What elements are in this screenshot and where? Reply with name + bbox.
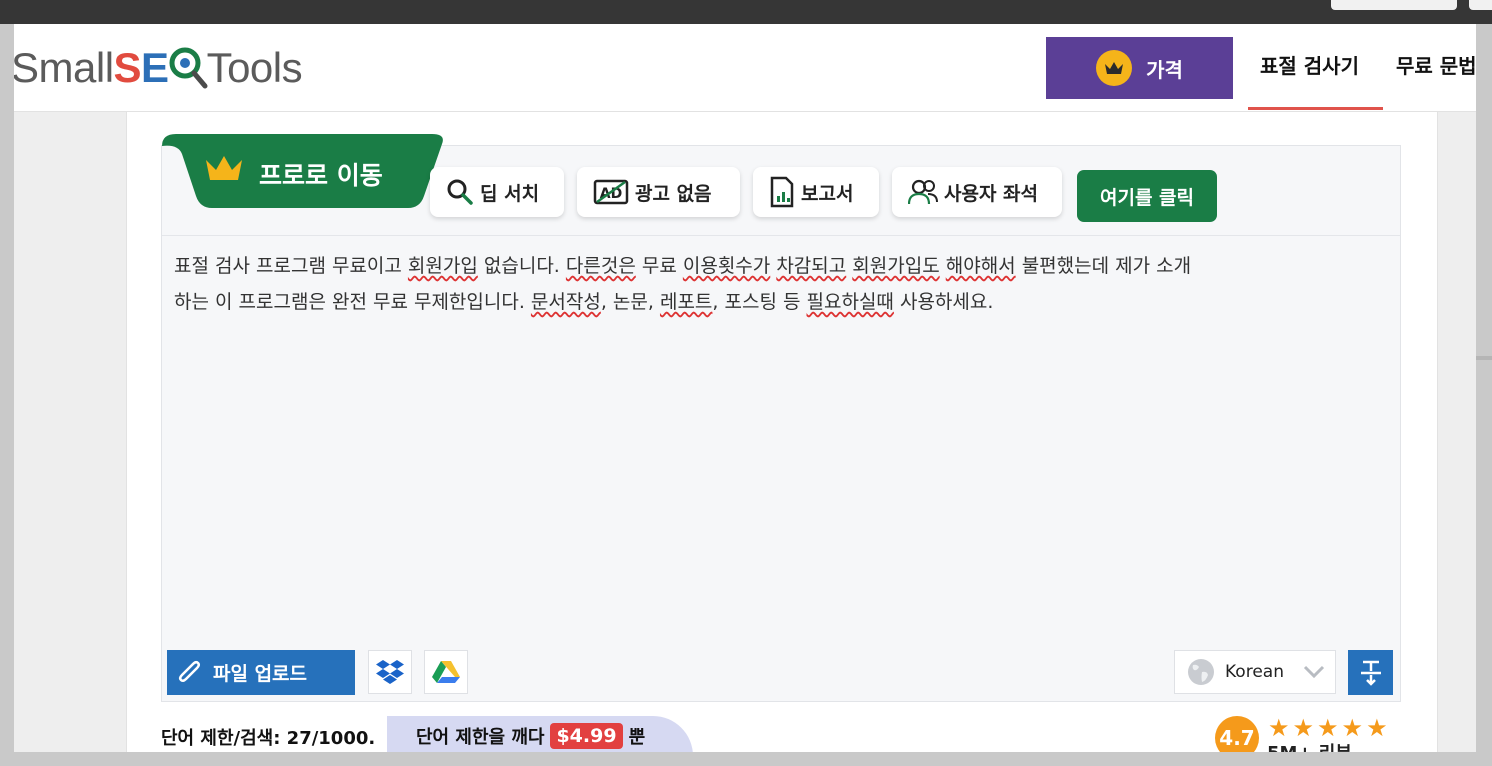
pricing-button[interactable]: 가격 (1046, 37, 1233, 99)
crown-icon (1096, 50, 1133, 86)
logo-seo-s: S (113, 44, 142, 91)
paperclip-icon (178, 660, 201, 682)
site-logo[interactable]: Small S E Tools (14, 38, 303, 98)
report-icon (770, 176, 794, 208)
no-ads-icon: AD (593, 179, 629, 205)
text-input-area[interactable]: 표절 검사 프로그램 무료이고 회원가입 없습니다. 다른것은 무료 이용횟수가… (174, 248, 1379, 320)
pro-badge-label[interactable]: 프로로 이동 (259, 156, 383, 192)
search-icon (447, 179, 473, 205)
click-here-button[interactable]: 여기를 클릭 (1077, 170, 1217, 222)
text-format-icon (1360, 660, 1381, 686)
nav-active-indicator (1248, 107, 1383, 110)
upgrade-label: 단어 제한을 깨다 (416, 727, 545, 748)
editor-toolbar: 프로로 이동 딥 서치 AD 광고 없음 보고서 사용자 좌석 여기를 클릭 (162, 134, 1400, 236)
language-select[interactable]: Korean (1174, 650, 1336, 694)
report-label: 보고서 (801, 182, 854, 205)
editor-panel: 프로로 이동 딥 서치 AD 광고 없음 보고서 사용자 좌석 여기를 클릭 표… (161, 134, 1401, 702)
chevron-down-icon (1303, 665, 1325, 679)
deep-search-button[interactable]: 딥 서치 (430, 167, 564, 217)
upgrade-suffix: 뿐 (628, 727, 646, 748)
no-ads-button[interactable]: AD 광고 없음 (577, 167, 740, 217)
language-value: Korean (1225, 662, 1284, 682)
browser-top-bar (0, 0, 1492, 24)
spell-check-button[interactable] (1348, 650, 1393, 695)
magnifier-logo-icon (169, 47, 208, 89)
site-header: Small S E Tools 가격 표절 검사기 무료 문법 검 (14, 24, 1476, 112)
browser-tab[interactable] (1331, 0, 1457, 10)
logo-seo-e: E (141, 44, 169, 91)
report-button[interactable]: 보고서 (753, 167, 879, 217)
deep-search-label: 딥 서치 (480, 182, 540, 205)
rating-stars: ★★★★★ (1268, 714, 1391, 742)
window-bottom-edge (0, 752, 1492, 766)
upgrade-price-badge: $4.99 (550, 723, 623, 749)
text-line-1: 표절 검사 프로그램 무료이고 회원가입 없습니다. 다른것은 무료 이용횟수가… (174, 255, 1192, 277)
nav-plagiarism-checker[interactable]: 표절 검사기 (1260, 50, 1359, 79)
globe-icon (1188, 659, 1214, 685)
dropbox-button[interactable] (368, 650, 412, 694)
file-upload-button[interactable]: 파일 업로드 (167, 650, 355, 695)
no-ads-label: 광고 없음 (635, 182, 712, 205)
logo-tools: Tools (206, 44, 303, 91)
user-seats-button[interactable]: 사용자 좌석 (892, 167, 1062, 217)
pricing-label: 가격 (1146, 57, 1183, 82)
scrollbar-marker (1476, 356, 1492, 360)
browser-tab[interactable] (1469, 0, 1492, 10)
google-drive-button[interactable] (424, 650, 468, 694)
text-line-2: 하는 이 프로그램은 완전 무료 무제한입니다. 문서작성, 논문, 레포트, … (174, 291, 994, 313)
review-count: 5M+ 리뷰 (1267, 739, 1352, 752)
users-icon (908, 179, 938, 205)
user-seats-label: 사용자 좌석 (944, 182, 1039, 205)
word-limit-text: 단어 제한/검색: 27/1000. (161, 728, 376, 749)
logo-small: Small (14, 44, 114, 91)
nav-grammar-checker[interactable]: 무료 문법 검 (1396, 50, 1476, 79)
google-drive-icon (432, 661, 460, 683)
rating-score: 4.7 (1215, 716, 1259, 752)
file-upload-label: 파일 업로드 (213, 663, 308, 685)
upgrade-offer[interactable]: 단어 제한을 깨다 $4.99 뿐 (416, 723, 645, 749)
logo-seo: S E (113, 43, 208, 93)
dropbox-icon (376, 660, 404, 684)
svg-text:AD: AD (600, 186, 622, 202)
page: Small S E Tools 가격 표절 검사기 무료 문법 검 (14, 24, 1476, 752)
